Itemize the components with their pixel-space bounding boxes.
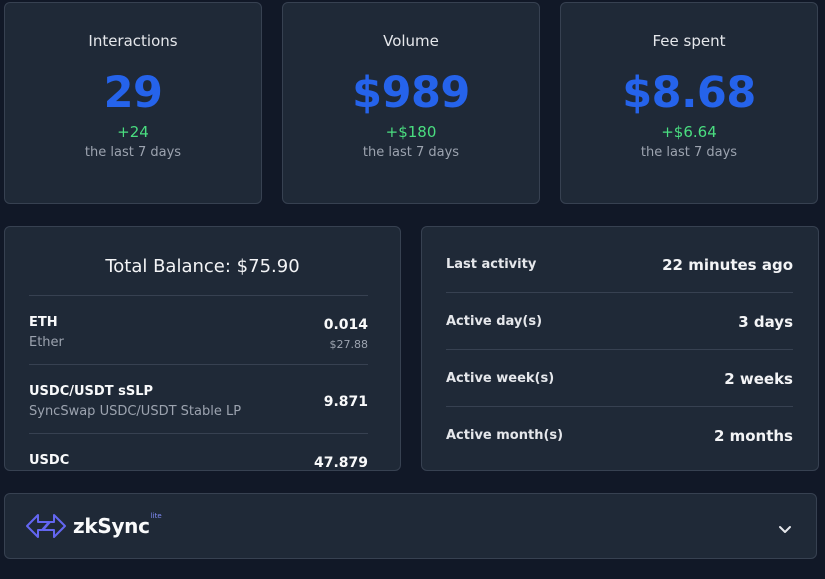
stat-delta: +$6.64 <box>661 123 717 141</box>
zksync-logo-icon <box>26 514 66 538</box>
total-balance-title: Total Balance: $75.90 <box>105 256 300 277</box>
chevron-down-icon[interactable] <box>778 520 792 539</box>
stat-value: $989 <box>352 68 470 118</box>
activity-label: Active day(s) <box>446 314 543 329</box>
token-amount: 9.871 <box>323 394 368 410</box>
token-row-usdc[interactable]: USDC 47.879 <box>29 453 368 471</box>
token-row-eth[interactable]: ETH Ether 0.014 $27.88 <box>29 315 368 355</box>
stat-value: $8.68 <box>622 68 756 118</box>
activity-row-active-weeks: Active week(s) 2 weeks <box>446 350 793 407</box>
activity-row-active-days: Active day(s) 3 days <box>446 293 793 350</box>
activity-card: Last activity 22 minutes ago Active day(… <box>421 226 819 471</box>
activity-value: 22 minutes ago <box>662 255 793 274</box>
divider <box>29 364 368 365</box>
token-row-usdc-usdt-sslp[interactable]: USDC/USDT sSLP SyncSwap USDC/USDT Stable… <box>29 384 368 424</box>
balance-card[interactable]: Total Balance: $75.90 ETH Ether 0.014 $2… <box>4 226 401 471</box>
zksync-logo: zkSync lite <box>25 512 162 539</box>
token-symbol: ETH <box>29 315 58 330</box>
activity-label: Active month(s) <box>446 428 564 443</box>
token-name: SyncSwap USDC/USDT Stable LP <box>29 404 242 419</box>
logo-text: zkSync <box>73 514 150 538</box>
activity-value: 2 months <box>713 426 793 445</box>
token-amount: 47.879 <box>313 455 368 471</box>
stat-period: the last 7 days <box>362 145 460 160</box>
network-accordion[interactable]: zkSync lite <box>4 493 817 559</box>
activity-row-active-months: Active month(s) 2 months <box>446 407 793 464</box>
activity-value: 3 days <box>738 312 793 331</box>
stat-title: Volume <box>383 32 439 50</box>
activity-label: Last activity <box>446 257 537 272</box>
stat-card-volume: Volume $989 +$180 the last 7 days <box>282 2 540 204</box>
stat-period: the last 7 days <box>640 145 738 160</box>
stat-title: Fee spent <box>652 32 726 50</box>
activity-label: Active week(s) <box>446 371 555 386</box>
stat-delta: +$180 <box>385 123 437 141</box>
activity-value: 2 weeks <box>724 369 793 388</box>
stat-period: the last 7 days <box>84 145 182 160</box>
stat-card-interactions: Interactions 29 +24 the last 7 days <box>4 2 262 204</box>
token-usd-value: $27.88 <box>329 338 369 351</box>
stat-card-fee-spent: Fee spent $8.68 +$6.64 the last 7 days <box>560 2 818 204</box>
logo-superscript: lite <box>150 512 162 520</box>
stat-title: Interactions <box>88 32 178 50</box>
token-amount: 0.014 <box>323 317 368 333</box>
stat-delta: +24 <box>117 123 149 141</box>
divider <box>29 433 368 434</box>
token-symbol: USDC/USDT sSLP <box>29 384 154 399</box>
divider <box>29 295 368 296</box>
stat-value: 29 <box>103 68 163 118</box>
activity-row-last-activity: Last activity 22 minutes ago <box>446 236 793 293</box>
token-name: Ether <box>29 335 64 350</box>
